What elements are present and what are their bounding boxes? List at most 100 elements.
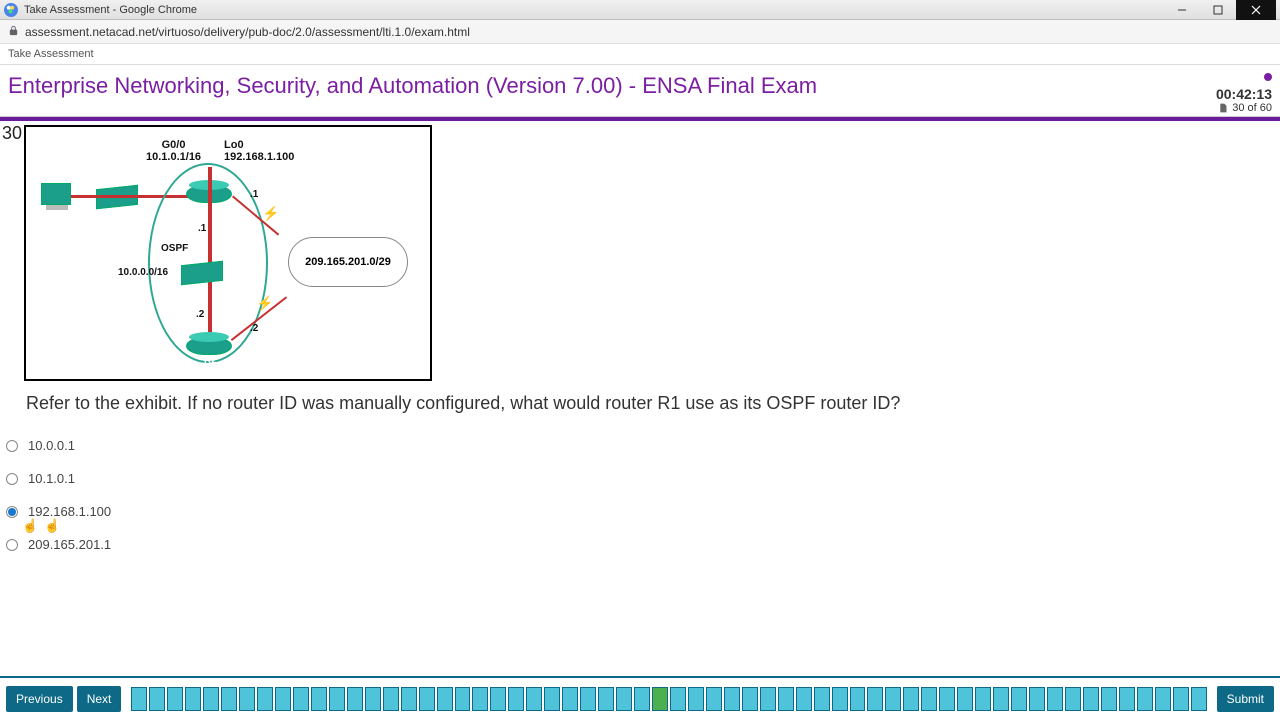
radio-1[interactable] xyxy=(6,473,18,485)
chrome-favicon xyxy=(4,3,18,17)
timer-dot-icon xyxy=(1264,73,1272,81)
lock-icon xyxy=(8,23,19,41)
progress-cell[interactable] xyxy=(616,687,632,711)
progress-cell[interactable] xyxy=(293,687,309,711)
option-2[interactable]: 192.168.1.100 ☝ ☝ xyxy=(6,504,1278,519)
progress-cell[interactable] xyxy=(580,687,596,711)
cloud-net-text: 209.165.201.0/29 xyxy=(305,256,391,268)
progress-cell[interactable] xyxy=(562,687,578,711)
progress-cell[interactable] xyxy=(688,687,704,711)
timer-value: 00:42:13 xyxy=(1216,86,1272,102)
lo0-ip: 192.168.1.100 xyxy=(224,151,294,163)
progress-cell[interactable] xyxy=(131,687,147,711)
router-r2-icon xyxy=(186,337,232,355)
progress-cell[interactable] xyxy=(167,687,183,711)
question-number: 30 xyxy=(2,123,22,144)
progress-cell[interactable] xyxy=(365,687,381,711)
bolt1-icon: ⚡ xyxy=(262,205,279,222)
progress-cell[interactable] xyxy=(257,687,273,711)
option-0-label: 10.0.0.1 xyxy=(28,438,75,453)
radio-3[interactable] xyxy=(6,539,18,551)
option-3[interactable]: 209.165.201.1 xyxy=(6,537,1278,552)
progress-cell[interactable] xyxy=(490,687,506,711)
progress-cell[interactable] xyxy=(903,687,919,711)
progress-cell[interactable] xyxy=(1173,687,1189,711)
progress-cell[interactable] xyxy=(472,687,488,711)
progress-cell[interactable] xyxy=(329,687,345,711)
progress-cell[interactable] xyxy=(1101,687,1117,711)
radio-2[interactable] xyxy=(6,506,18,518)
progress-cell[interactable] xyxy=(401,687,417,711)
progress-cell[interactable] xyxy=(239,687,255,711)
radio-0[interactable] xyxy=(6,440,18,452)
progress-cell[interactable] xyxy=(1011,687,1027,711)
maximize-button[interactable] xyxy=(1200,0,1236,20)
progress-count: 30 of 60 xyxy=(1232,102,1272,114)
progress-cell[interactable] xyxy=(149,687,165,711)
close-button[interactable] xyxy=(1236,0,1276,20)
progress-cell[interactable] xyxy=(1029,687,1045,711)
footer-nav: Previous Next Submit xyxy=(0,676,1280,720)
progress-cell[interactable] xyxy=(508,687,524,711)
progress-cell[interactable] xyxy=(634,687,650,711)
progress-cell[interactable] xyxy=(437,687,453,711)
progress-cell[interactable] xyxy=(814,687,830,711)
progress-cell[interactable] xyxy=(670,687,686,711)
progress-cell[interactable] xyxy=(706,687,722,711)
progress-cell[interactable] xyxy=(867,687,883,711)
option-2-label: 192.168.1.100 xyxy=(28,504,111,519)
next-button[interactable]: Next xyxy=(77,686,122,712)
progress-cell[interactable] xyxy=(347,687,363,711)
option-0[interactable]: 10.0.0.1 xyxy=(6,438,1278,453)
option-3-label: 209.165.201.1 xyxy=(28,537,111,552)
progress-cell[interactable] xyxy=(832,687,848,711)
progress-cell[interactable] xyxy=(921,687,937,711)
url-text: assessment.netacad.net/virtuoso/delivery… xyxy=(25,25,470,39)
progress-cell[interactable] xyxy=(455,687,471,711)
progress-cell[interactable] xyxy=(383,687,399,711)
progress-cell[interactable] xyxy=(850,687,866,711)
progress-cell[interactable] xyxy=(760,687,776,711)
progress-cell[interactable] xyxy=(1137,687,1153,711)
progress-cell[interactable] xyxy=(598,687,614,711)
progress-cell[interactable] xyxy=(1083,687,1099,711)
progress-cell[interactable] xyxy=(419,687,435,711)
progress-cell[interactable] xyxy=(1065,687,1081,711)
progress-cell[interactable] xyxy=(1047,687,1063,711)
url-bar[interactable]: assessment.netacad.net/virtuoso/delivery… xyxy=(0,20,1280,44)
progress-bar xyxy=(131,687,1206,711)
progress-cell[interactable] xyxy=(742,687,758,711)
dot1b: .1 xyxy=(198,223,206,234)
progress-cell[interactable] xyxy=(221,687,237,711)
progress-cell[interactable] xyxy=(526,687,542,711)
previous-button[interactable]: Previous xyxy=(6,686,73,712)
progress-cell[interactable] xyxy=(939,687,955,711)
g00-label: G0/0 xyxy=(162,139,186,151)
cloud-net: 209.165.201.0/29 xyxy=(288,237,408,287)
progress-cell[interactable] xyxy=(993,687,1009,711)
minimize-button[interactable] xyxy=(1164,0,1200,20)
option-1[interactable]: 10.1.0.1 xyxy=(6,471,1278,486)
ospf-label: OSPF xyxy=(161,243,188,254)
progress-cell[interactable] xyxy=(1191,687,1207,711)
progress-cell[interactable] xyxy=(1155,687,1171,711)
progress-cell[interactable] xyxy=(957,687,973,711)
progress-cell[interactable] xyxy=(778,687,794,711)
progress-cell[interactable] xyxy=(544,687,560,711)
g00-ip: 10.1.0.1/16 xyxy=(146,151,201,163)
progress-cell[interactable] xyxy=(1119,687,1135,711)
breadcrumb: Take Assessment xyxy=(0,44,1280,65)
dot2a: .2 xyxy=(196,309,204,320)
submit-button[interactable]: Submit xyxy=(1217,686,1274,712)
progress-cell[interactable] xyxy=(652,687,668,711)
progress-cell[interactable] xyxy=(724,687,740,711)
progress-cell[interactable] xyxy=(885,687,901,711)
progress-cell[interactable] xyxy=(203,687,219,711)
progress-cell[interactable] xyxy=(796,687,812,711)
progress-cell[interactable] xyxy=(311,687,327,711)
progress-cell[interactable] xyxy=(275,687,291,711)
window-title: Take Assessment - Google Chrome xyxy=(24,4,1164,16)
lo0-label: Lo0 xyxy=(224,139,244,151)
progress-cell[interactable] xyxy=(975,687,991,711)
progress-cell[interactable] xyxy=(185,687,201,711)
